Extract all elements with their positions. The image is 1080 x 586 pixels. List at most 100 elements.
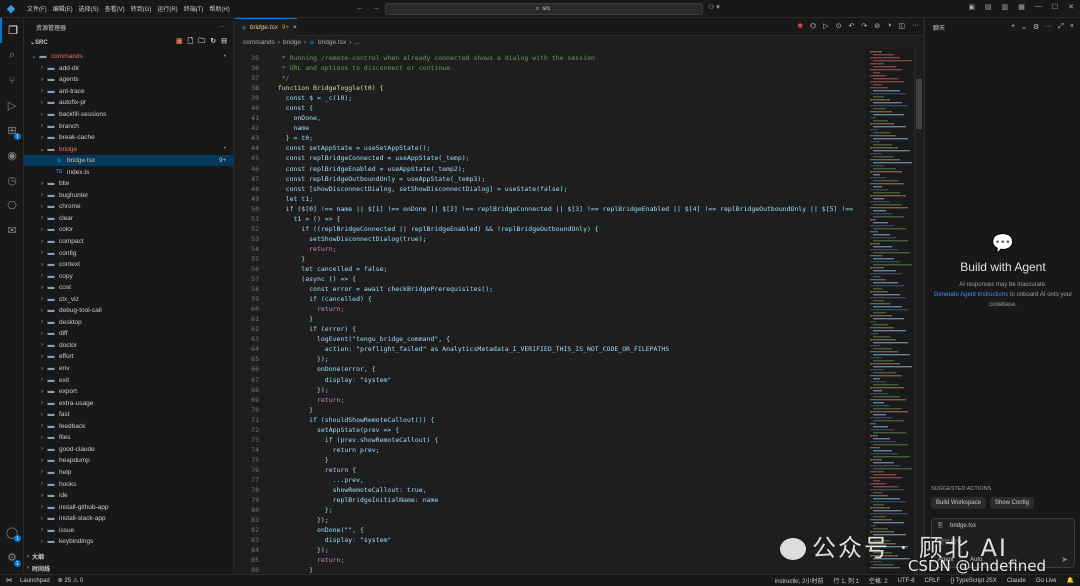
code-line[interactable]: 35 * Running /remote-control when alread…: [235, 53, 865, 63]
code-line[interactable]: 41 onDone,: [235, 113, 865, 123]
tree-item[interactable]: › ▬ good-claude: [24, 444, 234, 456]
source-control-icon[interactable]: ⑂: [0, 68, 24, 93]
new-file-icon[interactable]: 🗋: [188, 37, 194, 48]
code-line[interactable]: 63 logEvent("tengu_bridge_command", {: [235, 334, 865, 344]
copilot-icon[interactable]: ⚇ ▾: [708, 3, 720, 11]
tree-item[interactable]: › ▬ desktop: [24, 317, 234, 329]
breadcrumb-item[interactable]: bridge.tsx: [318, 39, 346, 46]
code-line[interactable]: 44 const setAppState = useSetAppState();: [235, 143, 865, 153]
tree-item[interactable]: TS index.ts: [24, 166, 234, 178]
code-line[interactable]: 73 if (prev.showRemoteCallout) {: [235, 435, 865, 445]
tree-item[interactable]: › ▬ branch: [24, 120, 234, 132]
forward-arrow-icon[interactable]: →: [372, 3, 380, 12]
code-line[interactable]: 57 (async () => {: [235, 274, 865, 284]
search-view-icon[interactable]: ⌕: [0, 43, 24, 68]
toggle-secondary-sidebar-icon[interactable]: ▥: [1002, 3, 1009, 11]
code-line[interactable]: 64 action: "preflight_failed" as Analyti…: [235, 344, 865, 354]
tree-item[interactable]: › ▬ color: [24, 224, 234, 236]
code-line[interactable]: 71 if (shouldShowRemoteCallout()) {: [235, 415, 865, 425]
code-line[interactable]: 85 return;: [235, 555, 865, 565]
code-line[interactable]: 36 * URL and options to disconnect or co…: [235, 63, 865, 73]
tree-item[interactable]: › ▬ context: [24, 259, 234, 271]
problems-item[interactable]: ⊗ 25 ⚠ 0: [58, 577, 83, 584]
code-line[interactable]: 52 if ((replBridgeConnected || replBridg…: [235, 224, 865, 234]
scrollbar-thumb[interactable]: [916, 79, 922, 129]
code-line[interactable]: 79 replBridgeInitialName: name: [235, 495, 865, 505]
code-line[interactable]: 46 const replBridgeEnabled = useAppState…: [235, 164, 865, 174]
code-line[interactable]: 60 return;: [235, 304, 865, 314]
code-line[interactable]: 84 });: [235, 545, 865, 555]
code-line[interactable]: 50 if ($[0] !== name || $[1] !== onDone …: [235, 204, 865, 214]
code-line[interactable]: 40 const {: [235, 103, 865, 113]
menu-help[interactable]: 帮助(H): [206, 4, 232, 13]
code-line[interactable]: 83 display: "system": [235, 535, 865, 545]
tree-item[interactable]: › ▬ btw: [24, 178, 234, 190]
new-folder-icon[interactable]: 🗀: [198, 37, 205, 48]
tree-item[interactable]: › ▬ heapdump: [24, 455, 234, 467]
go-live-item[interactable]: Go Live: [1036, 578, 1057, 584]
tree-item[interactable]: › ▬ autofix-pr: [24, 97, 234, 109]
tree-item[interactable]: › ▬ agents: [24, 74, 234, 86]
collapse-all-icon[interactable]: ⊟: [221, 37, 227, 48]
editor-scrollbar[interactable]: [914, 49, 922, 574]
code-line[interactable]: 62 if (error) {: [235, 324, 865, 334]
tree-item[interactable]: › ▬ install-github-app: [24, 501, 234, 513]
code-line[interactable]: 49 let t1;: [235, 194, 865, 204]
split-editor-icon[interactable]: ◫: [898, 22, 905, 30]
code-line[interactable]: 42 name: [235, 123, 865, 133]
tree-item[interactable]: ⌄ ▬ commands •: [24, 51, 234, 63]
back-arrow-icon[interactable]: ←: [356, 3, 364, 12]
menu-selection[interactable]: 选择(S): [76, 4, 102, 13]
accounts-icon[interactable]: ◯ 1: [0, 520, 24, 545]
next-change-icon[interactable]: ↷: [861, 22, 867, 30]
tree-item[interactable]: › ▬ fast: [24, 409, 234, 421]
code-line[interactable]: 53 setShowDisconnectDialog(true);: [235, 234, 865, 244]
tree-item[interactable]: › ▬ config: [24, 247, 234, 259]
tree-item[interactable]: › ▬ files: [24, 432, 234, 444]
tree-item[interactable]: › ▬ ide: [24, 490, 234, 502]
code-line[interactable]: 43 } = t0;: [235, 133, 865, 143]
tree-item[interactable]: › ▬ help: [24, 467, 234, 479]
open-changes-icon[interactable]: ⊘: [874, 22, 880, 30]
generate-instructions-link[interactable]: Generate Agent Instructions: [934, 292, 1008, 298]
tree-item[interactable]: › ▬ effort: [24, 351, 234, 363]
command-center-search[interactable]: ⌕ src: [385, 3, 703, 15]
tree-item[interactable]: › ▬ ctx_viz: [24, 293, 234, 305]
code-line[interactable]: 77 ...prev,: [235, 475, 865, 485]
tree-item[interactable]: › ▬ add-dir: [24, 63, 234, 75]
tree-item[interactable]: › ▬ install-slack-app: [24, 513, 234, 525]
code-line[interactable]: 51 t1 = () => {: [235, 214, 865, 224]
tree-item[interactable]: › ▬ doctor: [24, 340, 234, 352]
code-line[interactable]: 38 function BridgeToggle(t0) {: [235, 83, 865, 93]
tree-item[interactable]: › ▬ extra-usage: [24, 397, 234, 409]
menu-run[interactable]: 运行(R): [154, 4, 180, 13]
code-line[interactable]: 81 });: [235, 515, 865, 525]
menu-file[interactable]: 文件(F): [24, 4, 50, 13]
encoding-item[interactable]: UTF-8: [898, 578, 915, 584]
chat-view-icon[interactable]: ✉: [0, 218, 24, 243]
code-line[interactable]: 78 showRemoteCallout: true,: [235, 485, 865, 495]
run-icon[interactable]: ▷: [823, 22, 828, 30]
eol-item[interactable]: CRLF: [925, 578, 941, 584]
code-line[interactable]: 72 setAppState(prev => {: [235, 425, 865, 435]
tree-item[interactable]: › ▬ backfill-sessions: [24, 109, 234, 121]
code-line[interactable]: 80 };: [235, 505, 865, 515]
new-chat-icon[interactable]: +: [1011, 23, 1015, 31]
tree-item[interactable]: › ▬ chrome: [24, 201, 234, 213]
copilot-edit-icon[interactable]: ⌬: [810, 22, 816, 30]
indentation-item[interactable]: 空格: 2: [869, 576, 888, 585]
remote-explorer-icon[interactable]: ⎔: [0, 193, 24, 218]
extensions-icon[interactable]: ⊞ 1: [0, 118, 24, 143]
notifications-bell-icon[interactable]: 🔔: [1067, 577, 1074, 584]
more-editor-actions-icon[interactable]: ···: [912, 22, 919, 30]
code-line[interactable]: 37 */: [235, 73, 865, 83]
git-blame-item[interactable]: instructkr, 2小时前: [775, 576, 824, 585]
code-line[interactable]: 48 const [showDisconnectDialog, setShowD…: [235, 184, 865, 194]
tree-item[interactable]: › ▬ cost: [24, 282, 234, 294]
code-line[interactable]: 39 const $ = _c(10);: [235, 93, 865, 103]
code-line[interactable]: 45 const replBridgeConnected = useAppSta…: [235, 153, 865, 163]
code-line[interactable]: 47 const replBridgeOutboundOnly = useApp…: [235, 174, 865, 184]
code-line[interactable]: 61 }: [235, 314, 865, 324]
claude-code-icon[interactable]: ✱: [797, 22, 803, 30]
remote-icon[interactable]: ⋈: [6, 577, 12, 584]
